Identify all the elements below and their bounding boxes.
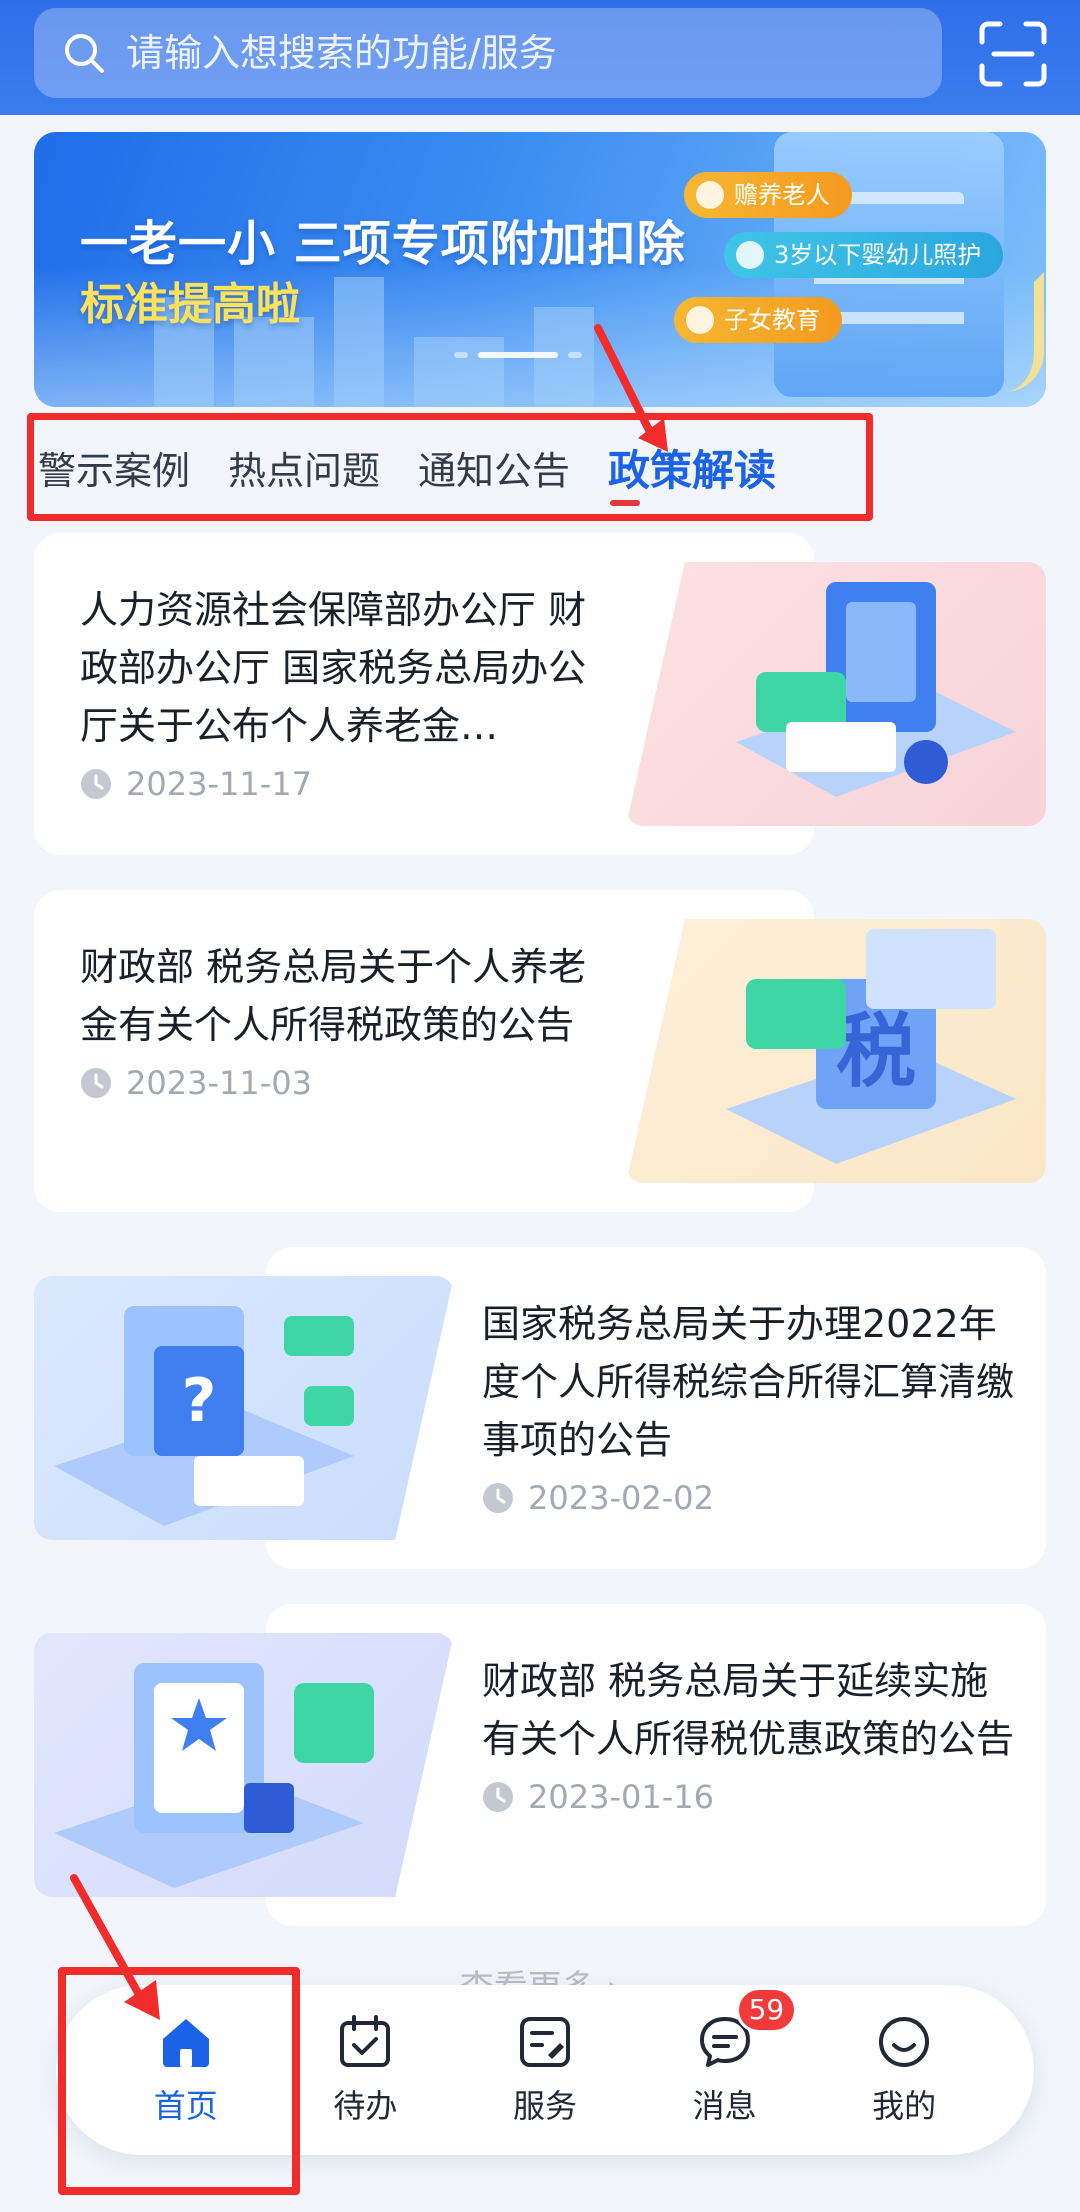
- nav-home[interactable]: 首页: [111, 2013, 261, 2127]
- article-title: 国家税务总局关于办理2022年度个人所得税综合所得汇算清缴事项的公告: [482, 1302, 1015, 1462]
- certificate-illustration: [34, 1633, 454, 1897]
- banner-subtitle: 标准提高啦: [80, 279, 300, 330]
- article-date: 2023-02-02: [482, 1479, 1022, 1517]
- article-title: 人力资源社会保障部办公厅 财政部办公厅 国家税务总局办公厅关于公布个人养老金…: [80, 588, 587, 748]
- scan-icon[interactable]: [978, 20, 1048, 88]
- article-card[interactable]: 财政部 税务总局关于个人养老金有关个人所得税政策的公告 2023-11-03 税: [34, 890, 1046, 1212]
- tab-warning-cases[interactable]: 警示案例: [38, 440, 190, 495]
- service-icon: [519, 2017, 570, 2067]
- clock-icon: [81, 769, 111, 799]
- svg-text:税: 税: [836, 1005, 916, 1098]
- search-icon: [65, 34, 104, 73]
- elderly-icon: [696, 181, 724, 209]
- home-icon: [162, 2019, 209, 2067]
- nav-profile[interactable]: 我的: [829, 2013, 979, 2127]
- article-card[interactable]: 财政部 税务总局关于延续实施有关个人所得税优惠政策的公告 2023-01-16: [34, 1604, 1046, 1926]
- banner-tag-education: 子女教育: [674, 297, 842, 343]
- question-illustration: ?: [34, 1276, 454, 1540]
- banner-title: 一老一小 三项专项附加扣除: [80, 216, 686, 272]
- banner-tag-elderly: 赡养老人: [684, 172, 852, 218]
- article-card[interactable]: ? 国家税务总局关于办理2022年度个人所得税综合所得汇算清缴事项的公告 202…: [34, 1247, 1046, 1569]
- article-date: 2023-11-03: [80, 1064, 620, 1102]
- bottom-navigation: 首页 待办 服务 59 消息 我的: [56, 1985, 1034, 2155]
- growth-arrow-illustration: [984, 272, 1044, 392]
- promo-banner[interactable]: 一老一小 三项专项附加扣除 标准提高啦 赡养老人 3岁以下婴幼儿照护 子女教育: [34, 132, 1046, 407]
- tax-illustration: 税: [626, 919, 1046, 1183]
- nav-messages[interactable]: 59 消息: [650, 1987, 800, 2127]
- svg-text:?: ?: [182, 1366, 217, 1436]
- smile-icon: [879, 2017, 930, 2067]
- nav-service[interactable]: 服务: [470, 2013, 620, 2127]
- article-title: 财政部 税务总局关于延续实施有关个人所得税优惠政策的公告: [482, 1659, 1015, 1761]
- nav-label: 待办: [333, 2087, 398, 2125]
- search-input[interactable]: [126, 31, 942, 75]
- tab-hot-issues[interactable]: 热点问题: [228, 440, 380, 495]
- category-tabs: 警示案例 热点问题 通知公告 政策解读: [20, 412, 1080, 522]
- clock-icon: [483, 1782, 513, 1812]
- nav-label: 服务: [512, 2087, 577, 2125]
- nav-label: 首页: [153, 2087, 218, 2125]
- banner-tag-infant: 3岁以下婴幼儿照护: [724, 232, 1004, 278]
- message-count-badge: 59: [735, 1987, 798, 2033]
- tab-policy-interpretation[interactable]: 政策解读: [608, 437, 776, 506]
- tab-notices[interactable]: 通知公告: [418, 440, 570, 495]
- article-card[interactable]: 人力资源社会保障部办公厅 财政部办公厅 国家税务总局办公厅关于公布个人养老金… …: [34, 533, 1046, 855]
- clock-icon: [483, 1483, 513, 1513]
- article-date: 2023-01-16: [482, 1778, 1022, 1816]
- nav-todo[interactable]: 待办: [290, 2013, 440, 2127]
- document-folder-illustration: [626, 562, 1046, 826]
- nav-label: 我的: [872, 2087, 937, 2125]
- infant-icon: [736, 241, 764, 269]
- clock-icon: [81, 1068, 111, 1098]
- banner-pagination: [454, 352, 582, 358]
- header-bar: [0, 0, 1080, 115]
- graduation-cap-icon: [686, 306, 714, 334]
- nav-label: 消息: [692, 2087, 757, 2125]
- article-date: 2023-11-17: [80, 765, 620, 803]
- calendar-check-icon: [340, 2015, 391, 2067]
- search-bar[interactable]: [34, 8, 942, 98]
- article-title: 财政部 税务总局关于个人养老金有关个人所得税政策的公告: [80, 945, 587, 1047]
